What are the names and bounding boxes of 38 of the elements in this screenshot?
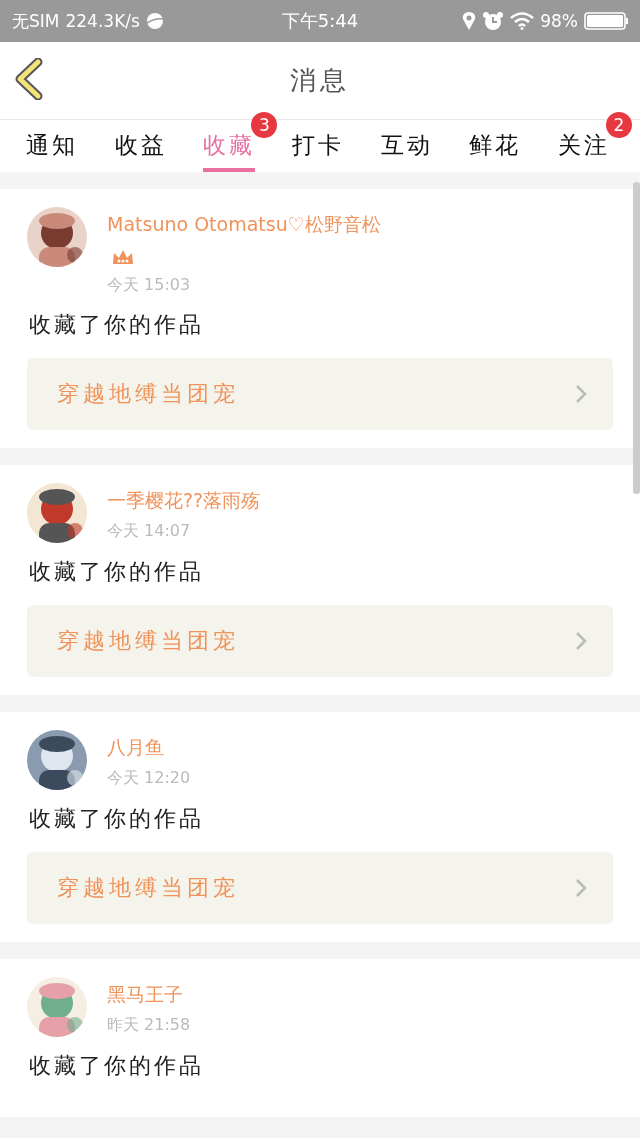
location-icon [462,11,477,31]
message-text: 收藏了你的作品 [29,558,205,586]
message-text: 收藏了你的作品 [29,311,205,339]
network-speed: 224.3K/s [65,11,140,31]
battery-icon [584,11,628,31]
tab[interactable]: 互动 [380,120,433,172]
work-link[interactable]: 穿越地缚当团宠 [27,358,613,430]
page-title: 消息 [290,64,350,97]
user-name[interactable]: 八月鱼 [107,736,164,758]
count-badge: 3 [251,112,278,138]
chevron-right-icon [575,631,587,651]
work-link[interactable]: 穿越地缚当团宠 [27,605,613,677]
tab[interactable]: 收益 [114,120,167,172]
wifi-icon [510,12,535,30]
back-button[interactable] [14,58,44,100]
alarm-icon [482,11,505,31]
message-text: 收藏了你的作品 [29,1052,205,1080]
tab[interactable]: 通知 [26,120,78,172]
message-time: 今天 12:20 [107,768,192,789]
back-chevron-icon [14,58,44,100]
message-time: 今天 14:07 [107,521,192,542]
user-name[interactable]: 黑马王子 [107,983,183,1005]
work-link[interactable]: 穿越地缚当团宠 [27,852,613,924]
tab[interactable]: 鲜花 [469,120,522,172]
carrier-label: 无SIM [12,9,60,33]
chevron-right-icon [575,878,587,898]
planet-icon [145,12,164,30]
message-time: 今天 15:03 [107,275,192,296]
scrollbar[interactable] [633,182,640,494]
tab[interactable]: 打卡 [291,120,344,172]
user-name[interactable]: Matsuno Otomatsu♡松野音松 [107,213,381,235]
status-time: 下午5:44 [281,9,359,33]
message-time: 昨天 21:58 [107,1015,192,1036]
battery-percent: 98% [540,11,578,31]
message-text: 收藏了你的作品 [29,805,205,833]
count-badge: 2 [605,112,632,138]
user-name[interactable]: 一季樱花??落雨殇 [107,489,261,511]
chevron-right-icon [575,384,587,404]
